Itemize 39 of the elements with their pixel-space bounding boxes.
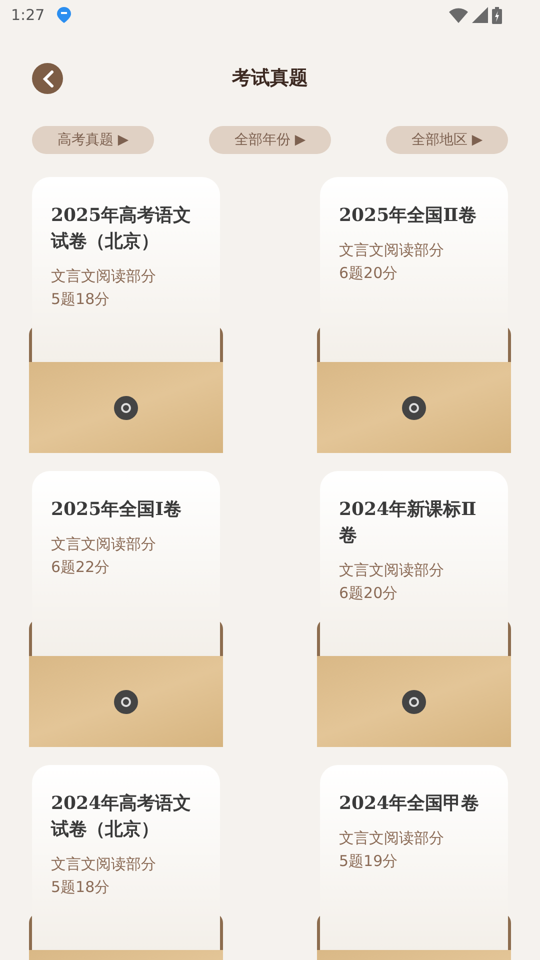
paper-detail: 6题20分 [339,263,399,284]
paper-card[interactable]: 2025年全国Ⅰ卷 文言文阅读部分 6题22分 [32,471,220,656]
page-title: 考试真题 [232,66,308,91]
paper-card[interactable]: 2025年高考语文试卷（北京） 文言文阅读部分 5题18分 [32,177,220,362]
paper-detail: 6题22分 [51,557,111,578]
filter-dropdown[interactable]: 高考真题 ▶ [32,126,154,154]
paper-title: 2024年高考语文试卷（北京） [51,792,192,842]
paper-subtitle: 文言文阅读部分 [339,828,445,849]
wifi-icon [449,8,468,22]
paper-detail: 5题18分 [51,877,111,898]
filter-dropdown[interactable]: 全部年份 ▶ [209,126,331,154]
paper-title: 2025年高考语文试卷（北京） [51,204,192,254]
clasp-icon [402,396,426,420]
paper-detail: 5题18分 [51,289,111,310]
paper-title: 2025年全国Ⅱ卷 [339,204,478,228]
battery-icon [492,6,502,24]
back-button[interactable] [32,63,63,94]
paper-subtitle: 文言文阅读部分 [339,560,445,581]
paper-detail: 5题19分 [339,851,399,872]
paper-subtitle: 文言文阅读部分 [339,240,445,261]
paper-title: 2025年全国Ⅰ卷 [51,498,183,522]
paper-detail: 6题20分 [339,583,399,604]
paper-card[interactable]: 2024年全国甲卷 文言文阅读部分 5题19分 [320,765,508,950]
clasp-icon [114,396,138,420]
paper-title: 2024年新课标Ⅱ卷 [339,498,478,548]
paper-subtitle: 文言文阅读部分 [51,534,157,555]
filter-dropdown[interactable]: 全部地区 ▶ [386,126,508,154]
paper-subtitle: 文言文阅读部分 [51,854,157,875]
clasp-icon [402,690,426,714]
paper-card[interactable]: 2025年全国Ⅱ卷 文言文阅读部分 6题20分 [320,177,508,362]
paper-title: 2024年全国甲卷 [339,792,480,816]
back-icon [40,70,54,88]
status-time: 1:27 [11,6,45,24]
paper-subtitle: 文言文阅读部分 [51,266,157,287]
paper-card[interactable]: 2024年高考语文试卷（北京） 文言文阅读部分 5题18分 [32,765,220,950]
map-pin-icon [54,6,73,24]
paper-card[interactable]: 2024年新课标Ⅱ卷 文言文阅读部分 6题20分 [320,471,508,656]
signal-icon [472,7,488,23]
clasp-icon [114,690,138,714]
